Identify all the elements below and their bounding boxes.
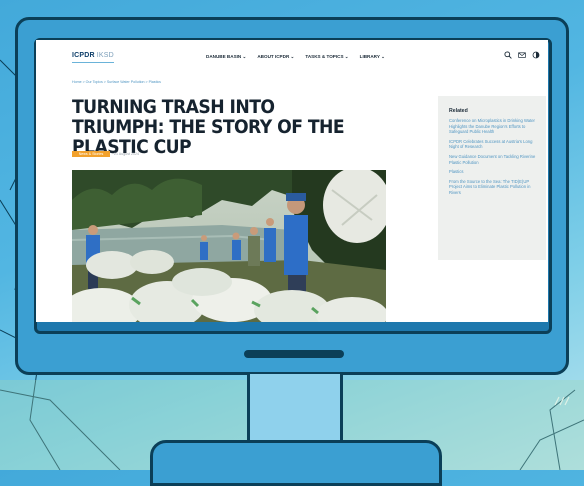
nav-about-icpdr[interactable]: ABOUT ICPDR ⌄: [257, 54, 294, 60]
related-link[interactable]: ICPDR Celebrates Success at Austria's Lo…: [449, 139, 541, 150]
category-badge[interactable]: News & Stories: [72, 151, 110, 157]
related-title: Related: [449, 108, 468, 114]
nav-tasks-topics[interactable]: TASKS & TOPICS ⌄: [305, 54, 348, 60]
main-nav: DANUBE BASIN ⌄ ABOUT ICPDR ⌄ TASKS & TOP…: [206, 54, 385, 60]
article-title: TURNING TRASH INTO TRIUMPH: THE STORY OF…: [72, 97, 345, 158]
site-header: ICPDR IKSD DANUBE BASIN ⌄ ABOUT ICPDR ⌄ T…: [36, 40, 548, 76]
related-link[interactable]: Plastics: [449, 169, 541, 175]
monitor-stand-neck: [247, 374, 343, 444]
monitor-power-bar: [244, 350, 344, 358]
header-icons: [504, 51, 540, 59]
search-icon[interactable]: [504, 51, 512, 59]
publish-date: 21 August 2024: [114, 152, 139, 156]
related-link[interactable]: Conference on Microplastics in Drinking …: [449, 118, 541, 135]
browser-screen: ICPDR IKSD DANUBE BASIN ⌄ ABOUT ICPDR ⌄ T…: [36, 40, 548, 322]
related-link[interactable]: From the Source to the Sea: The TID(E)UP…: [449, 179, 541, 196]
monitor-stand-base: [150, 440, 442, 486]
related-link[interactable]: New Guidance Document on Tackling Riveri…: [449, 154, 541, 165]
logo-underline: [72, 62, 114, 63]
mail-icon[interactable]: [518, 51, 526, 59]
related-sidebar: Related Conference on Microplastics in D…: [438, 96, 546, 260]
logo-subtext: IKSD: [96, 52, 114, 59]
contrast-icon[interactable]: [532, 51, 540, 59]
article-photo: [72, 170, 386, 322]
related-links: Conference on Microplastics in Drinking …: [449, 118, 541, 200]
breadcrumb[interactable]: Home > Our Topics > Surface Water Pollut…: [72, 80, 161, 84]
logo-text: ICPDR: [72, 52, 95, 59]
nav-library[interactable]: LIBRARY ⌄: [360, 54, 385, 60]
nav-danube-basin[interactable]: DANUBE BASIN ⌄: [206, 54, 246, 60]
site-logo[interactable]: ICPDR IKSD: [72, 52, 114, 59]
